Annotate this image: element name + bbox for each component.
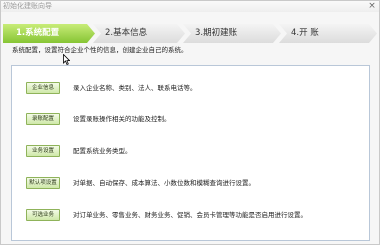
business-settings-button[interactable]: 业务设置	[26, 145, 60, 157]
step-basic-info[interactable]: 2.基本信息	[93, 24, 185, 43]
wizard-window: 初始化建账向导 × 1.系统配置 2.基本信息 3.期初建账 4.开 账 系统配…	[0, 0, 380, 245]
row-description: 录入企业名称、类别、法人、联系电话等。	[73, 84, 197, 92]
row-description: 配置系统业务类型。	[73, 147, 132, 155]
entry-config-button[interactable]: 录账配置	[26, 113, 60, 125]
config-panel: 企业信息 录入企业名称、类别、法人、联系电话等。 录账配置 设置录账操作相关的功…	[11, 65, 370, 241]
row-description: 设置录账操作相关的功能及控制。	[73, 115, 171, 123]
step-opening-setup[interactable]: 3.期初建账	[183, 24, 281, 43]
row-description: 对订单业务、零售业务、财务业务、促销、会员卡管理等功能是否启用进行设置。	[73, 211, 307, 219]
config-row: 企业信息 录入企业名称、类别、法人、联系电话等。	[12, 82, 371, 94]
optional-business-button[interactable]: 可选业务	[26, 209, 60, 221]
close-icon[interactable]: ×	[367, 1, 377, 11]
config-row: 业务设置 配置系统业务类型。	[12, 145, 371, 157]
mouse-pointer-icon	[63, 54, 70, 65]
config-row: 默认项设置 对单据、自动保存、成本算法、小数位数和模糊查询进行设置。	[12, 177, 371, 189]
config-row: 可选业务 对订单业务、零售业务、财务业务、促销、会员卡管理等功能是否启用进行设置…	[12, 209, 371, 221]
step-description: 系统配置，设置符合企业个性的信息，创建企业自己的系统。	[12, 46, 188, 54]
config-row: 录账配置 设置录账操作相关的功能及控制。	[12, 113, 371, 125]
step-system-config[interactable]: 1.系统配置	[3, 24, 95, 43]
window-title: 初始化建账向导	[3, 2, 52, 10]
wizard-steps: 1.系统配置 2.基本信息 3.期初建账 4.开 账	[3, 24, 377, 43]
row-description: 对单据、自动保存、成本算法、小数位数和模糊查询进行设置。	[73, 179, 255, 187]
title-bar: 初始化建账向导 ×	[1, 1, 379, 12]
enterprise-info-button[interactable]: 企业信息	[26, 82, 60, 94]
step-open-account[interactable]: 4.开 账	[279, 24, 377, 43]
default-settings-button[interactable]: 默认项设置	[26, 177, 60, 189]
